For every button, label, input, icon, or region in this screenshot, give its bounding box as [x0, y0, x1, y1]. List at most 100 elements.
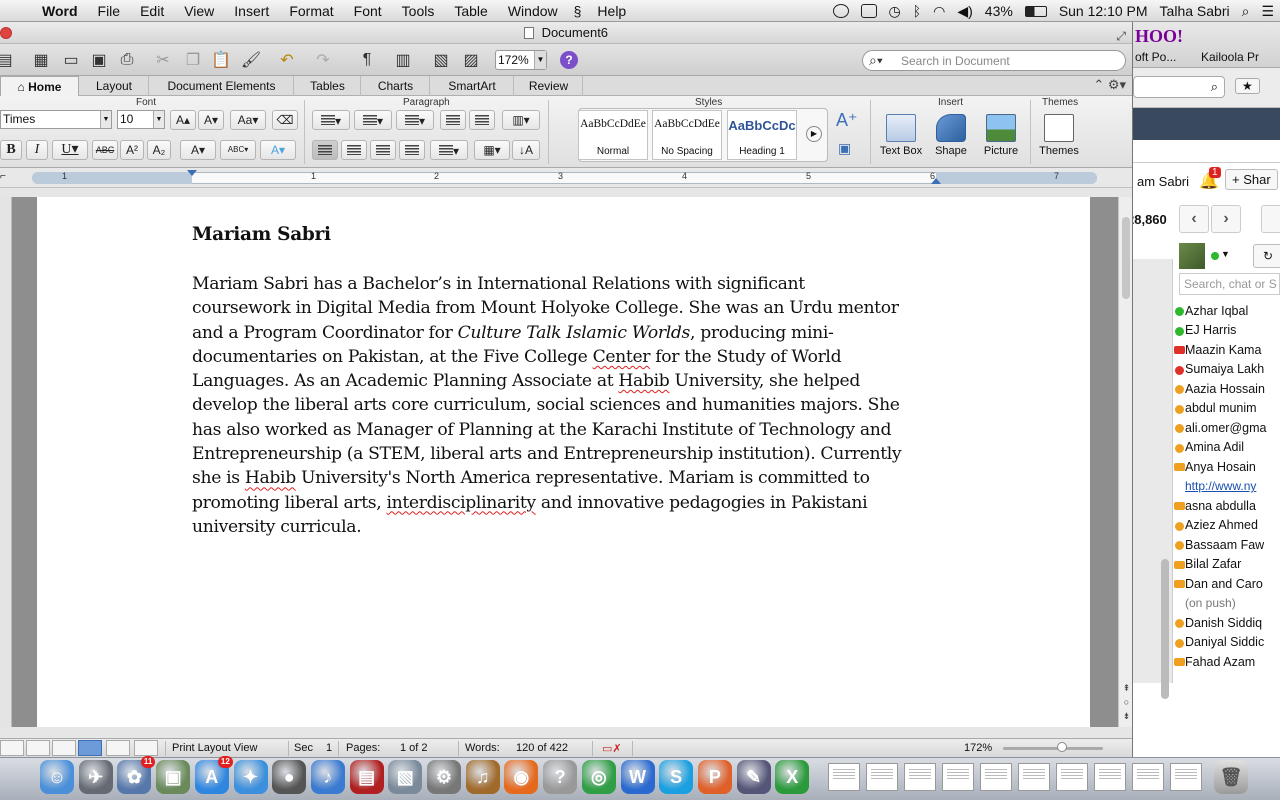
menu-insert[interactable]: Insert	[224, 3, 279, 19]
close-window-button[interactable]	[0, 27, 12, 39]
spelling-status-icon[interactable]: ▭✗	[602, 742, 622, 755]
spelling-flag[interactable]: Center	[593, 347, 651, 367]
contact-item[interactable]: Fahad Azam	[1173, 652, 1280, 672]
columns-button[interactable]: ▥▾	[502, 110, 540, 130]
contact-item[interactable]: Aazia Hossain	[1173, 379, 1280, 399]
dock-minimized-window[interactable]	[1094, 763, 1126, 791]
draft-view-button[interactable]	[0, 740, 24, 756]
bullets-button[interactable]: ▾	[312, 110, 350, 130]
cut-icon[interactable]: ✂	[152, 49, 174, 71]
contact-item[interactable]: asna abdulla	[1173, 496, 1280, 516]
redo-icon[interactable]: ↷	[312, 49, 334, 71]
notebook-view-button[interactable]	[106, 740, 130, 756]
dock-minimized-window[interactable]	[1056, 763, 1088, 791]
browser-tab-1[interactable]: oft Po...	[1135, 50, 1176, 64]
first-line-indent-marker[interactable]	[187, 170, 197, 176]
tab-home[interactable]: ⌂ Home	[0, 76, 79, 97]
app-menu[interactable]: Word	[36, 3, 88, 19]
font-color-button[interactable]: A▾	[180, 140, 216, 160]
user-menu[interactable]: Talha Sabri	[1160, 3, 1230, 19]
underline-button[interactable]: U▾	[52, 140, 88, 160]
open-folder-icon[interactable]: ▭	[60, 49, 82, 71]
change-case-button[interactable]: Aa▾	[230, 110, 266, 130]
menu-window[interactable]: Window	[498, 3, 568, 19]
picture-button[interactable]: Picture	[976, 110, 1026, 164]
paste-icon[interactable]: 📋	[210, 49, 232, 71]
dock-minimized-window[interactable]	[980, 763, 1012, 791]
prev-button[interactable]: ‹	[1179, 205, 1209, 233]
tab-stop-icon[interactable]: ⌐	[0, 171, 6, 182]
tab-review[interactable]: Review	[515, 76, 583, 96]
preview-icon[interactable]: ▣	[156, 760, 191, 794]
highlight-button[interactable]: ABC▾	[220, 140, 256, 160]
more-nav-button[interactable]	[1261, 205, 1280, 233]
styles-next-icon[interactable]: ▶	[806, 126, 822, 142]
help-icon[interactable]: ?	[560, 51, 578, 69]
align-left-button[interactable]	[312, 140, 338, 160]
contact-item[interactable]: http://www.ny	[1173, 477, 1280, 497]
tab-charts[interactable]: Charts	[362, 76, 430, 96]
font-size-select[interactable]: 10 ▼	[117, 110, 165, 129]
sidebar-icon[interactable]: ▧	[430, 49, 452, 71]
chevron-down-icon[interactable]: ▼	[1221, 249, 1230, 259]
zoom-slider-handle[interactable]	[1057, 742, 1067, 752]
contact-item[interactable]: Bilal Zafar	[1173, 555, 1280, 575]
justify-button[interactable]	[399, 140, 425, 160]
contact-item[interactable]: Maazin Kama	[1173, 340, 1280, 360]
notification-center-icon[interactable]: ☰	[1261, 3, 1274, 20]
clear-formatting-button[interactable]: ⌫	[272, 110, 298, 130]
contact-item[interactable]: Danish Siddiq	[1173, 613, 1280, 633]
shape-button[interactable]: Shape	[926, 110, 976, 164]
menu-format[interactable]: Format	[279, 3, 343, 19]
yahoo-logo[interactable]: HOO!	[1135, 26, 1183, 47]
save-icon[interactable]: ▣	[88, 49, 110, 71]
document-body[interactable]: Mariam Sabri has a Bachelor’s in Interna…	[192, 272, 952, 539]
menu-help[interactable]: Help	[587, 3, 636, 19]
menu-view[interactable]: View	[174, 3, 224, 19]
contact-item[interactable]: EJ Harris	[1173, 321, 1280, 341]
chat-scrollbar[interactable]	[1161, 559, 1169, 699]
style-heading-1[interactable]: AaBbCcDc Heading 1	[727, 110, 797, 160]
multilevel-list-button[interactable]: ▾	[396, 110, 434, 130]
facetime-icon[interactable]: ●	[272, 760, 307, 794]
dock-minimized-window[interactable]	[828, 763, 860, 791]
dock-minimized-window[interactable]	[1132, 763, 1164, 791]
photo-booth-icon[interactable]: ▤	[349, 760, 384, 794]
align-right-button[interactable]	[370, 140, 396, 160]
finder-icon[interactable]: ☺	[40, 760, 74, 794]
new-chat-icon[interactable]: ↻	[1253, 244, 1280, 268]
format-painter-icon[interactable]: 🖌	[240, 49, 262, 71]
undo-icon[interactable]: ↶	[276, 49, 298, 71]
contact-item[interactable]: abdul munim	[1173, 399, 1280, 419]
text-pane-icon[interactable]: ▣	[838, 140, 851, 157]
subscript-button[interactable]: A₂	[147, 140, 171, 160]
avatar[interactable]	[1179, 243, 1205, 269]
dock-minimized-window[interactable]	[942, 763, 974, 791]
contact-item[interactable]: Daniyal Siddic	[1173, 633, 1280, 653]
next-button[interactable]: ›	[1211, 205, 1241, 233]
outline-view-button[interactable]	[26, 740, 50, 756]
align-center-button[interactable]	[341, 140, 367, 160]
zoom-slider[interactable]	[1003, 747, 1103, 750]
excel-icon[interactable]: X	[775, 760, 810, 794]
chat-search-input[interactable]: Search, chat or S	[1179, 273, 1280, 295]
publishing-view-button[interactable]	[52, 740, 76, 756]
shading-button[interactable]: ▦▾	[474, 140, 510, 160]
chrome-icon[interactable]: ◎	[581, 760, 616, 794]
numbering-button[interactable]: ▾	[354, 110, 392, 130]
text-box-button[interactable]: Text Box	[876, 110, 926, 164]
preview-2-icon[interactable]: ✎	[736, 760, 771, 794]
contact-item[interactable]: Dan and Caro	[1173, 574, 1280, 594]
time-machine-icon[interactable]: ◷	[889, 3, 901, 20]
spelling-flag[interactable]: Habib	[245, 468, 296, 488]
scroll-thumb[interactable]	[1122, 217, 1130, 299]
menu-table[interactable]: Table	[444, 3, 497, 19]
focus-view-button[interactable]	[134, 740, 158, 756]
powerpoint-icon[interactable]: P	[697, 760, 732, 794]
vertical-scrollbar[interactable]: ⇞ ○ ⇟	[1118, 197, 1132, 727]
help-icon[interactable]: ?	[543, 760, 578, 794]
system-preferences-icon[interactable]: ⚙	[427, 760, 461, 794]
wifi-icon[interactable]: ◠	[933, 3, 945, 20]
tab-layout[interactable]: Layout	[80, 76, 149, 96]
firefox-icon[interactable]: ◉	[504, 760, 539, 794]
